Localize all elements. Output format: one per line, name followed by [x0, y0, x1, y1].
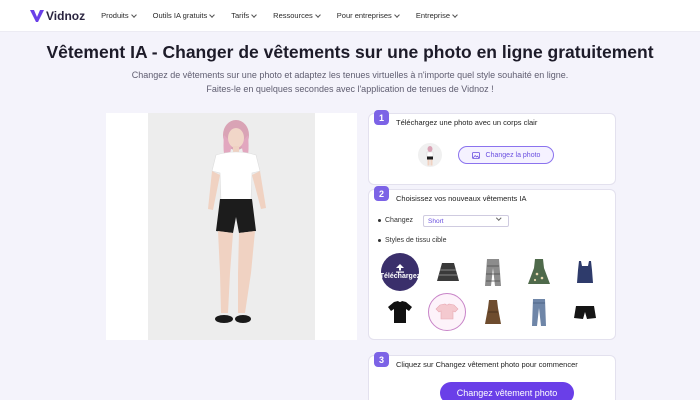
- garment-option[interactable]: [520, 293, 558, 331]
- step-upload-photo: 1 Téléchargez une photo avec un corps cl…: [368, 110, 616, 185]
- upload-garment-button[interactable]: Téléchargez: [379, 253, 421, 291]
- floral-dress-icon: [528, 259, 550, 284]
- bullet-icon: [378, 238, 381, 242]
- select-value: Short: [428, 217, 444, 225]
- plaid-pants-icon: [485, 259, 501, 286]
- step-title: Cliquez sur Changez vêtement photo pour …: [396, 360, 578, 369]
- garment-option[interactable]: [566, 293, 604, 331]
- step-choose-clothes: 2 Choisissez vos nouveaux vêtements IA C…: [368, 186, 616, 340]
- change-clothes-button[interactable]: Changez vêtement photo: [440, 382, 574, 400]
- black-shorts-icon: [574, 306, 596, 319]
- chevron-down-icon: [314, 11, 321, 18]
- nav-label: Produits: [101, 11, 129, 20]
- jeans-icon: [532, 299, 546, 326]
- clothing-type-select[interactable]: Short: [423, 215, 509, 227]
- step-start-change: 3 Cliquez sur Changez vêtement photo pou…: [368, 352, 616, 400]
- nav-item-tarifs[interactable]: Tarifs: [231, 11, 258, 20]
- navy-camisole-icon: [577, 261, 593, 283]
- step-number-badge: 2: [374, 186, 389, 201]
- chevron-down-icon: [393, 11, 400, 18]
- hero-subtitle-line1: Changez de vêtements sur une photo et ad…: [131, 70, 569, 80]
- page-title: Vêtement IA - Changer de vêtements sur u…: [46, 42, 654, 62]
- bullet-icon: [378, 218, 381, 222]
- change-photo-label: Changez la photo: [485, 151, 541, 159]
- change-label: Changez: [385, 217, 414, 224]
- model-thumbnail-icon: [426, 146, 434, 166]
- brand-name: Vidnoz: [46, 8, 86, 23]
- upload-icon: [396, 264, 404, 273]
- garment-option[interactable]: [381, 293, 419, 331]
- nav-label: Pour entreprises: [336, 11, 392, 20]
- pink-crop-top-icon: [435, 303, 459, 320]
- step-title: Téléchargez une photo avec un corps clai…: [396, 118, 538, 127]
- step-title: Choisissez vos nouveaux vêtements IA: [396, 194, 527, 203]
- change-row-label: Changez: [378, 217, 413, 224]
- garment-option[interactable]: [474, 253, 512, 291]
- chevron-down-icon: [452, 11, 458, 18]
- nav-item-ressources[interactable]: Ressources: [273, 11, 321, 20]
- top-navbar: Vidnoz Produits Outils IA gratuits Tarif…: [0, 0, 700, 32]
- brown-dress-icon: [485, 300, 501, 324]
- chevron-down-icon: [495, 215, 501, 221]
- chevron-down-icon: [209, 11, 216, 18]
- uploaded-photo-thumbnail[interactable]: [418, 143, 442, 167]
- model-figure-icon: [208, 120, 266, 323]
- step-number-badge: 1: [374, 110, 389, 125]
- nav-label: Outils IA gratuits: [152, 11, 208, 20]
- styles-row-label: Styles de tissu cible: [378, 237, 446, 244]
- nav-item-produits[interactable]: Produits: [101, 11, 137, 20]
- chevron-down-icon: [251, 11, 258, 18]
- model-photo: [148, 113, 315, 340]
- nav-label: Tarifs: [231, 11, 250, 20]
- upload-label: Téléchargez: [379, 273, 421, 280]
- garment-option[interactable]: [429, 253, 467, 291]
- change-photo-button[interactable]: Changez la photo: [458, 146, 554, 164]
- vidnoz-logo-icon: [30, 9, 44, 22]
- photo-preview: [106, 113, 357, 340]
- nav-label: Entreprise: [415, 11, 450, 20]
- garment-option[interactable]: [474, 293, 512, 331]
- chevron-down-icon: [130, 11, 137, 18]
- garment-option[interactable]: [566, 253, 604, 291]
- black-tshirt-icon: [388, 301, 412, 323]
- step-number-badge: 3: [374, 352, 389, 367]
- garment-option[interactable]: [520, 253, 558, 291]
- nav-label: Ressources: [273, 11, 313, 20]
- nav-item-entreprises[interactable]: Pour entreprises: [336, 11, 400, 20]
- brand-logo[interactable]: Vidnoz: [30, 9, 85, 23]
- nav-item-outils[interactable]: Outils IA gratuits: [152, 11, 216, 20]
- hero-subtitle-line2: Faites-le en quelques secondes avec l'ap…: [206, 84, 494, 94]
- styles-label: Styles de tissu cible: [385, 237, 447, 244]
- image-icon: [471, 151, 480, 159]
- nav-item-entreprise[interactable]: Entreprise: [415, 11, 458, 20]
- skirt-icon: [437, 263, 459, 281]
- garment-option-selected[interactable]: [428, 293, 466, 331]
